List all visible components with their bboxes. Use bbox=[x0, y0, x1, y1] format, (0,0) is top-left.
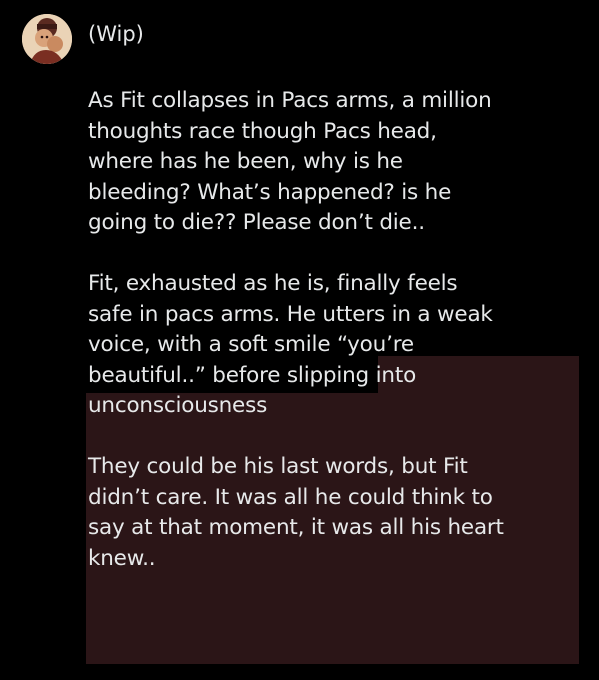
post-header: (Wip) bbox=[88, 22, 144, 46]
paragraph-1: As Fit collapses in Pacs arms, a million… bbox=[88, 88, 492, 235]
paragraph-2: Fit, exhausted as he is, finally feels s… bbox=[88, 271, 493, 418]
post: (Wip) As Fit collapses in Pacs arms, a m… bbox=[0, 0, 599, 680]
character-avatar-icon bbox=[22, 14, 72, 64]
avatar[interactable] bbox=[22, 14, 72, 64]
paragraph-3: They could be his last words, but Fit di… bbox=[88, 454, 504, 571]
post-body: As Fit collapses in Pacs arms, a million… bbox=[88, 86, 588, 574]
